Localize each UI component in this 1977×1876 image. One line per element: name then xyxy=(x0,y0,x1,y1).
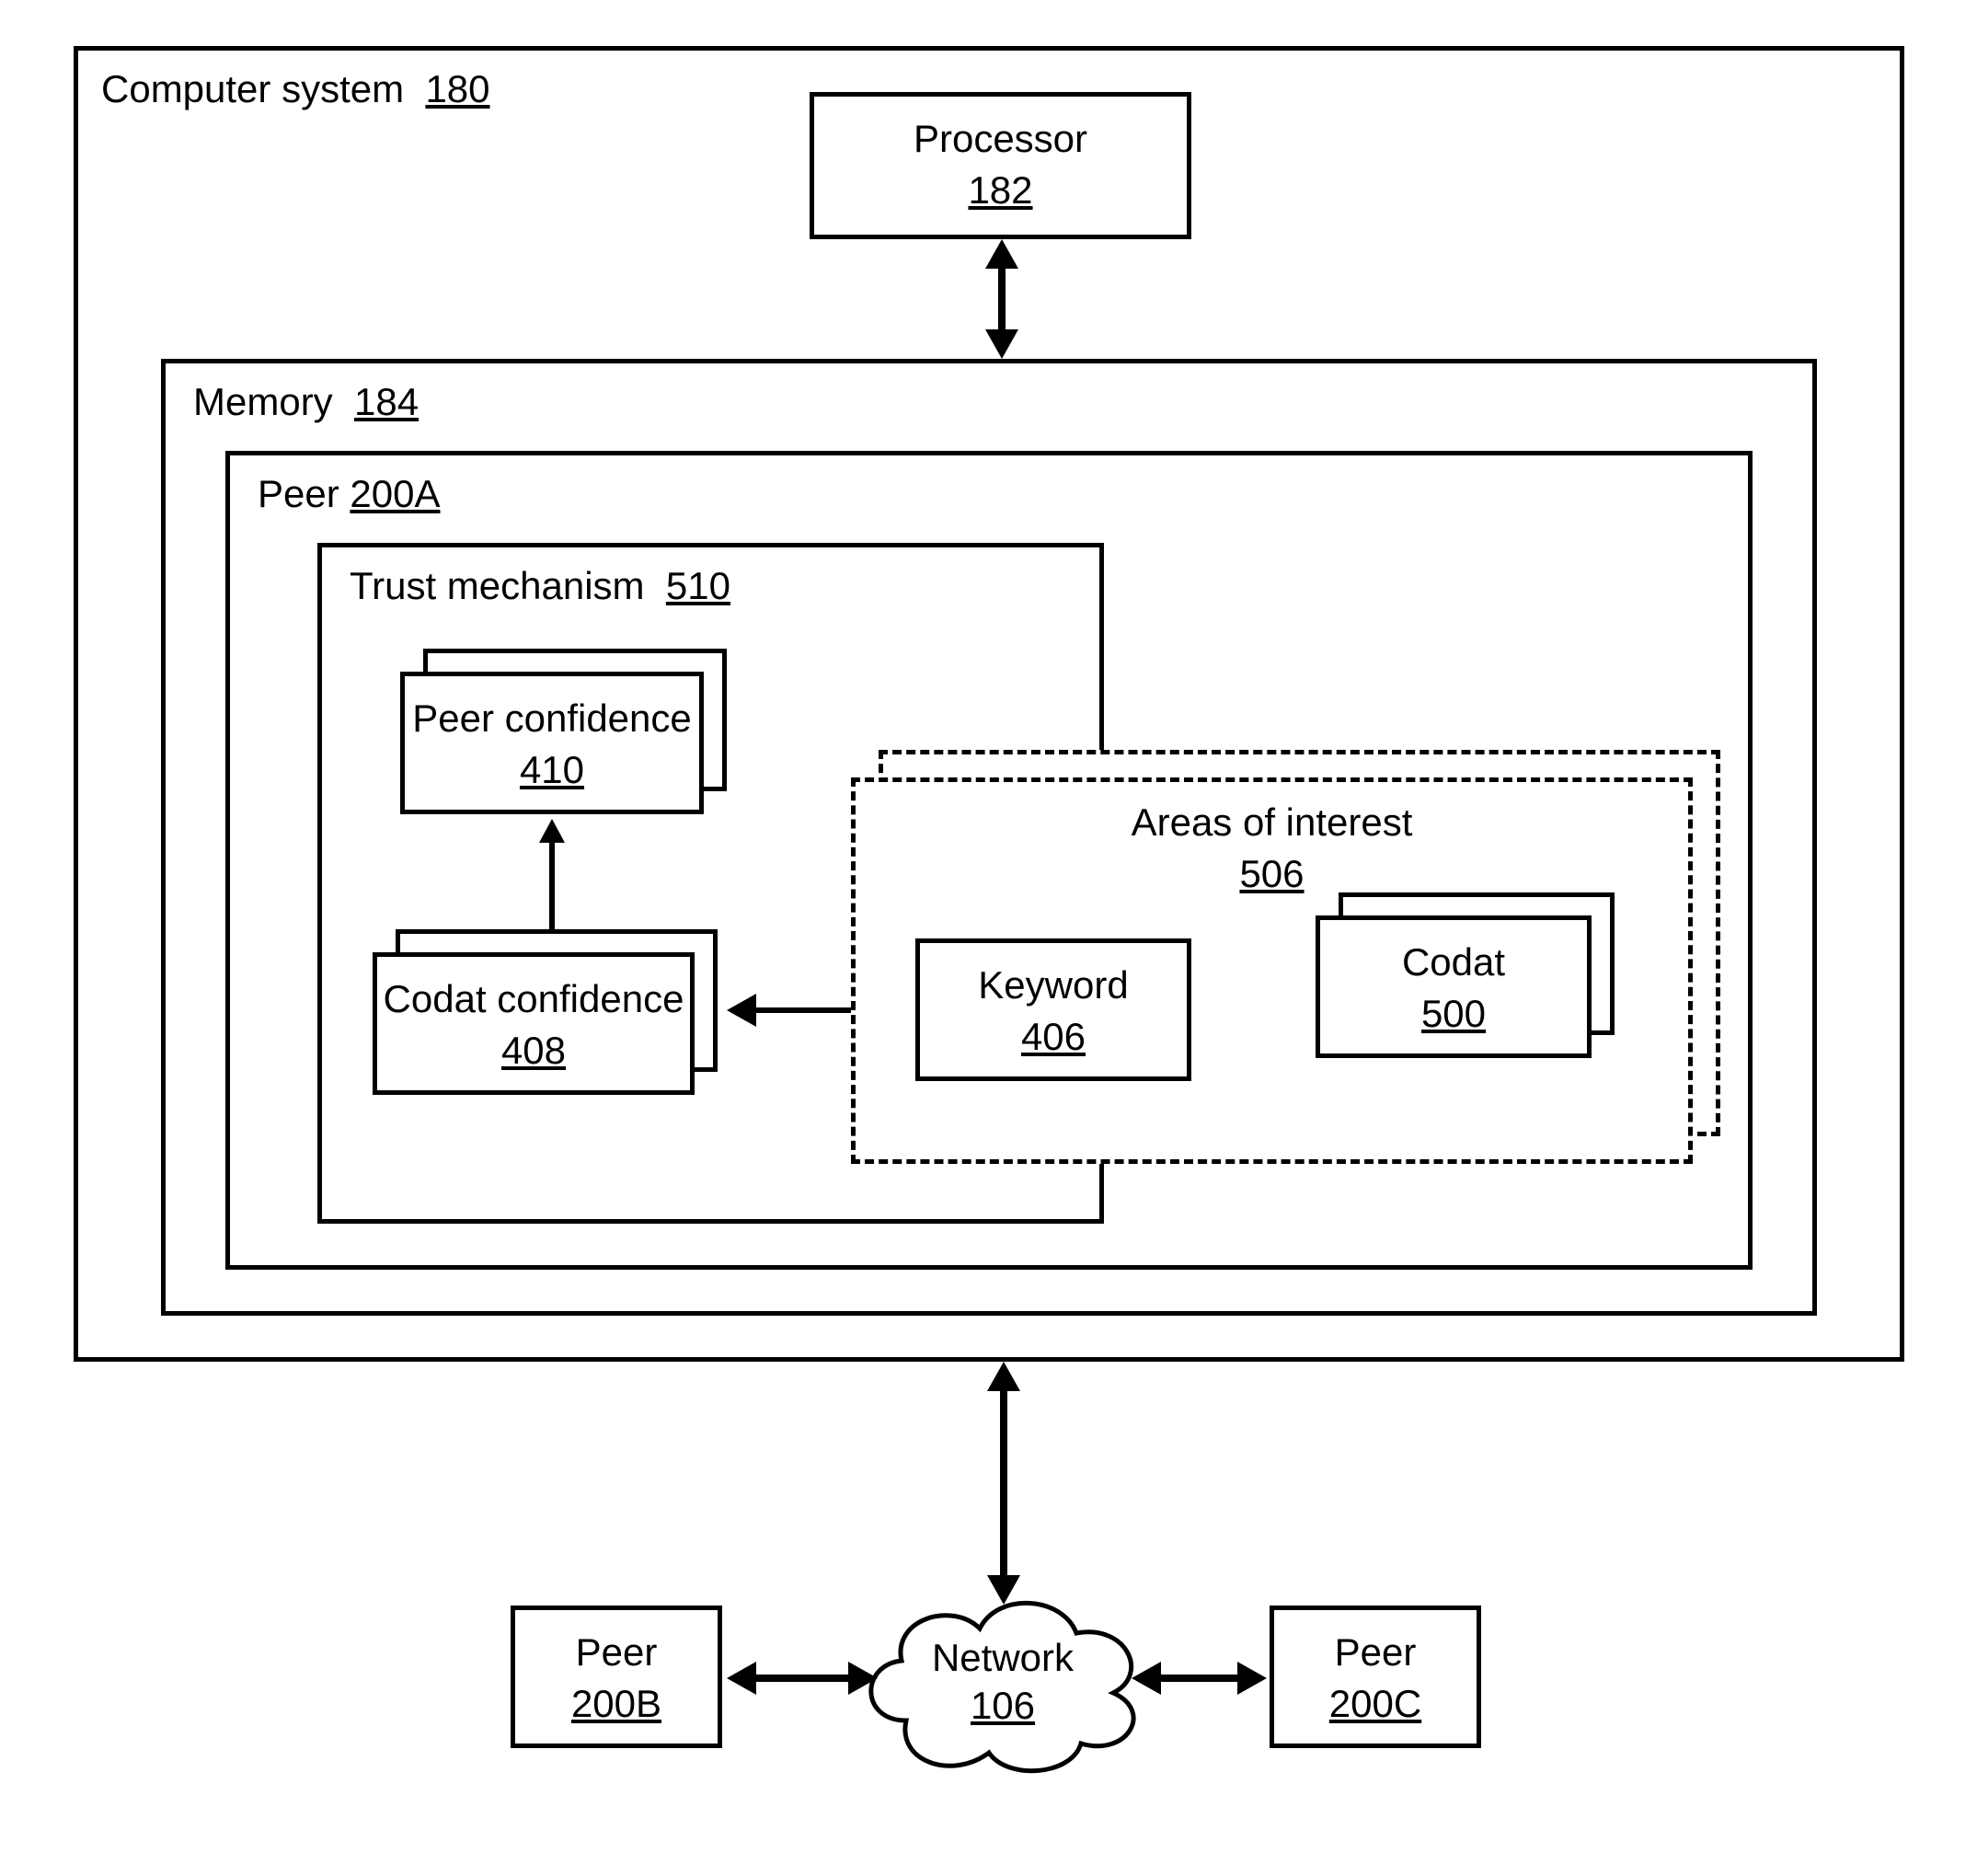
keyword-name: Keyword xyxy=(920,963,1187,1007)
arrow-network-peerc-line xyxy=(1161,1675,1237,1682)
areas-of-interest-name: Areas of interest xyxy=(856,800,1688,845)
arrow-network-peerc-right xyxy=(1237,1662,1267,1695)
memory-name: Memory xyxy=(193,380,333,423)
arrow-processor-memory-line xyxy=(998,269,1006,329)
processor-num: 182 xyxy=(968,168,1032,212)
network-name: Network xyxy=(851,1636,1155,1680)
peer-c-num: 200C xyxy=(1329,1682,1421,1725)
arrow-processor-memory-up xyxy=(985,239,1018,269)
peer-c-box: Peer 200C xyxy=(1270,1606,1481,1748)
peer-a-name: Peer xyxy=(258,472,339,515)
peer-a-num: 200A xyxy=(350,472,440,515)
trust-label: Trust mechanism 510 xyxy=(350,564,730,608)
arrow-areas-codatconf-head xyxy=(727,994,756,1027)
trust-num: 510 xyxy=(666,564,730,607)
peer-a-label: Peer 200A xyxy=(258,472,440,516)
diagram-canvas: Computer system 180 Processor 182 Memory… xyxy=(0,0,1977,1876)
processor-box: Processor 182 xyxy=(810,92,1191,239)
arrow-peerb-network-line xyxy=(756,1675,848,1682)
codat-confidence-box: Codat confidence 408 xyxy=(373,952,695,1095)
peer-confidence-num: 410 xyxy=(520,748,584,791)
network-num: 106 xyxy=(971,1684,1035,1727)
peer-confidence-box: Peer confidence 410 xyxy=(400,672,704,814)
processor-name: Processor xyxy=(814,117,1187,161)
arrow-codat-peer-line xyxy=(549,843,555,929)
peer-c-name: Peer xyxy=(1274,1630,1477,1675)
arrow-memory-network-down xyxy=(987,1575,1020,1605)
arrow-peerb-network-left xyxy=(727,1662,756,1695)
keyword-box: Keyword 406 xyxy=(915,938,1191,1081)
computer-system-name: Computer system xyxy=(101,67,404,110)
codat-confidence-num: 408 xyxy=(501,1029,566,1072)
codat-name: Codat xyxy=(1320,940,1587,984)
peer-b-box: Peer 200B xyxy=(511,1606,722,1748)
arrow-memory-network-line xyxy=(1000,1391,1007,1575)
computer-system-num: 180 xyxy=(425,67,489,110)
arrow-codat-peer-head xyxy=(539,819,565,843)
arrow-peerb-network-right xyxy=(848,1662,878,1695)
arrow-areas-codatconf-line xyxy=(756,1007,851,1013)
arrow-network-peerc-left xyxy=(1132,1662,1161,1695)
arrow-processor-memory-down xyxy=(985,329,1018,359)
arrow-memory-network-up xyxy=(987,1362,1020,1391)
memory-num: 184 xyxy=(354,380,419,423)
memory-label: Memory 184 xyxy=(193,380,419,424)
codat-confidence-name: Codat confidence xyxy=(377,977,690,1021)
computer-system-label: Computer system 180 xyxy=(101,67,490,111)
keyword-num: 406 xyxy=(1021,1015,1086,1058)
trust-name: Trust mechanism xyxy=(350,564,645,607)
peer-b-num: 200B xyxy=(571,1682,661,1725)
peer-confidence-name: Peer confidence xyxy=(405,696,699,741)
codat-box: Codat 500 xyxy=(1316,915,1592,1058)
peer-b-name: Peer xyxy=(515,1630,718,1675)
areas-of-interest-num: 506 xyxy=(1239,852,1304,895)
codat-num: 500 xyxy=(1421,992,1486,1035)
